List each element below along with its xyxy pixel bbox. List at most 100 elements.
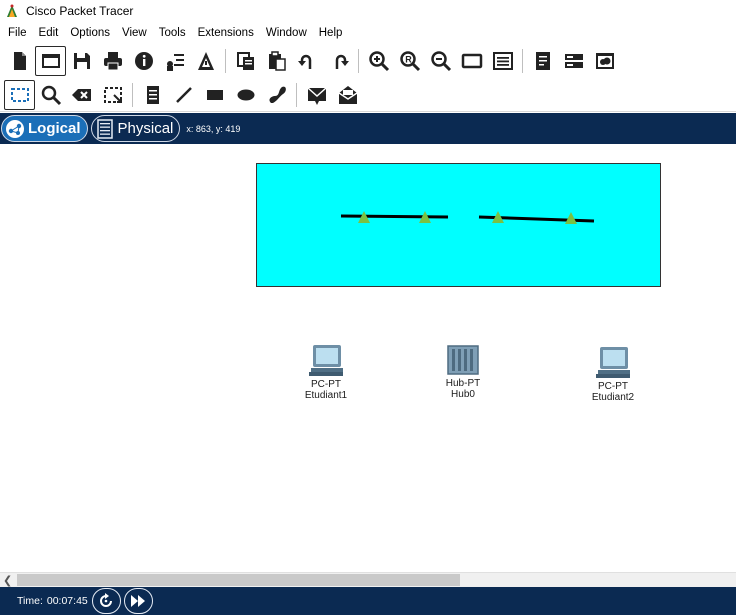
drawing-palette-button[interactable]: [456, 46, 487, 76]
web-view-button[interactable]: [558, 46, 589, 76]
link-etudiant1-hub0[interactable]: [340, 214, 449, 219]
menu-help[interactable]: Help: [313, 23, 349, 43]
resize-shape-icon: [103, 86, 122, 103]
custom-devices-button[interactable]: [487, 46, 518, 76]
simple-pdu-icon: [307, 86, 326, 105]
horizontal-scrollbar[interactable]: ❮: [0, 572, 736, 587]
device-model-label: PC-PT: [598, 381, 628, 392]
draw-line-icon: [175, 86, 192, 103]
menu-view[interactable]: View: [116, 23, 153, 43]
delete-icon: [71, 88, 91, 101]
cloud-button[interactable]: [589, 46, 620, 76]
draw-line-button[interactable]: [168, 80, 199, 110]
scrollbar-thumb[interactable]: [17, 574, 460, 586]
time-value: 00:07:45: [46, 595, 88, 607]
drawing-palette-icon: [461, 53, 482, 69]
info-icon: [134, 52, 153, 70]
menu-tools[interactable]: Tools: [153, 23, 192, 43]
print-icon: [103, 52, 122, 71]
pc-icon: [309, 345, 343, 376]
zoom-in-button[interactable]: [363, 46, 394, 76]
device-model-label: Hub-PT: [445, 378, 481, 389]
select-button[interactable]: [4, 79, 35, 110]
menu-window[interactable]: Window: [260, 23, 313, 43]
delete-button[interactable]: [66, 80, 97, 110]
zoom-reset-button[interactable]: R: [394, 46, 425, 76]
rectangle-icon: [206, 89, 223, 100]
fast-forward-icon: [131, 595, 146, 607]
paste-button[interactable]: [261, 46, 292, 76]
device-etudiant2[interactable]: PC-PT Etudiant2: [583, 345, 643, 403]
redo-icon: [335, 54, 349, 69]
zoom-in-icon: [368, 51, 389, 72]
tab-physical-label: Physical: [117, 120, 174, 137]
tab-logical[interactable]: Logical: [1, 115, 88, 142]
activity-wizard-icon: [197, 52, 214, 70]
resize-shape-button[interactable]: [97, 80, 128, 110]
rectangle-button[interactable]: [199, 80, 230, 110]
save-button[interactable]: [66, 46, 97, 76]
open-folder-icon: [41, 54, 60, 68]
menu-edit[interactable]: Edit: [33, 23, 65, 43]
cluster-icon: [535, 52, 550, 70]
cursor-coordinates: x: 863, y: 419: [186, 123, 241, 134]
tab-physical[interactable]: Physical: [90, 115, 181, 142]
menu-bar: File Edit Options View Tools Extensions …: [0, 23, 736, 43]
workspace-mode-bar: Logical Physical x: 863, y: 419: [0, 113, 736, 144]
add-complex-pdu-button[interactable]: [332, 80, 363, 110]
scroll-left-icon[interactable]: ❮: [3, 574, 12, 587]
inspect-button[interactable]: [35, 80, 66, 110]
zoom-out-button[interactable]: [425, 46, 456, 76]
pc-icon: [596, 347, 630, 378]
power-cycle-button[interactable]: [91, 588, 121, 614]
power-cycle-icon: [100, 593, 113, 607]
link-status-up-icon: [565, 212, 577, 224]
device-model-label: PC-PT: [311, 379, 341, 390]
network-wizard-button[interactable]: [159, 46, 190, 76]
window-title: Cisco Packet Tracer: [26, 4, 134, 18]
title-bar: Cisco Packet Tracer: [0, 0, 736, 22]
copy-button[interactable]: [230, 46, 261, 76]
new-file-icon: [13, 52, 26, 70]
zoom-reset-icon: R: [399, 51, 420, 72]
device-etudiant1[interactable]: PC-PT Etudiant1: [296, 343, 356, 401]
device-hub0[interactable]: Hub-PT Hub0: [434, 344, 492, 400]
add-simple-pdu-button[interactable]: [301, 80, 332, 110]
activity-wizard-button[interactable]: [190, 46, 221, 76]
new-button[interactable]: [4, 46, 35, 76]
device-name-label: Hub0: [451, 389, 475, 400]
open-button[interactable]: [35, 46, 66, 76]
select-icon: [10, 87, 29, 102]
main-toolbar: R: [0, 44, 736, 78]
menu-file[interactable]: File: [2, 23, 33, 43]
time-label: Time:: [17, 595, 43, 607]
redo-button[interactable]: [323, 46, 354, 76]
cluster-button[interactable]: [527, 46, 558, 76]
complex-pdu-icon: [338, 85, 357, 104]
physical-rack-icon: [96, 118, 113, 139]
print-button[interactable]: [97, 46, 128, 76]
ellipse-icon: [237, 89, 254, 100]
toolbar-separator: [296, 82, 297, 107]
web-view-icon: [564, 54, 583, 68]
fast-forward-button[interactable]: [123, 588, 153, 614]
topology-links: [340, 211, 595, 224]
info-button[interactable]: [128, 46, 159, 76]
note-button[interactable]: [137, 80, 168, 110]
paste-icon: [268, 51, 286, 71]
undo-button[interactable]: [292, 46, 323, 76]
toolbar-separator: [522, 49, 523, 73]
save-icon: [73, 53, 90, 69]
packet-tracer-icon: [7, 4, 17, 17]
device-name-label: Etudiant2: [591, 392, 635, 403]
hub-icon: [447, 345, 479, 375]
menu-extensions[interactable]: Extensions: [192, 23, 260, 43]
svg-text:R: R: [405, 55, 412, 65]
toolbar-separator: [358, 49, 359, 73]
ellipse-button[interactable]: [230, 80, 261, 110]
freeform-button[interactable]: [261, 80, 292, 110]
tab-logical-label: Logical: [28, 120, 81, 137]
device-name-label: Etudiant1: [304, 390, 348, 401]
undo-icon: [297, 54, 311, 69]
menu-options[interactable]: Options: [64, 23, 116, 43]
